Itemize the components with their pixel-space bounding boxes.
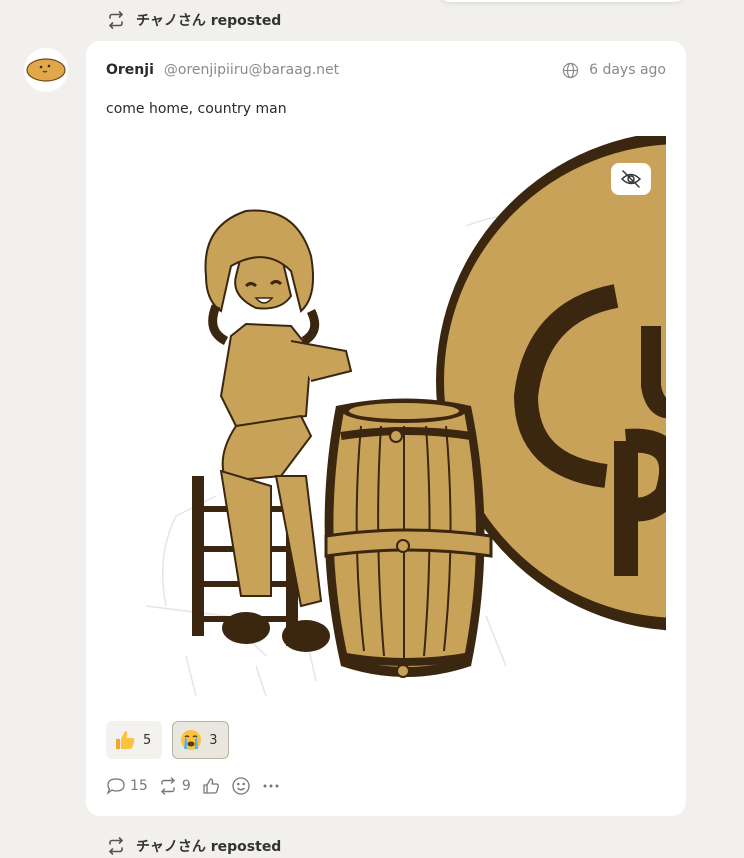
reply-button[interactable]: 15 (106, 776, 148, 796)
post-media[interactable] (106, 136, 666, 711)
reaction-count: 3 (209, 732, 218, 748)
repost-icon (109, 11, 123, 29)
thumbs-up-emoji-icon (116, 731, 135, 749)
repost-header-text: チャノさん reposted (136, 10, 281, 30)
avatar[interactable] (24, 48, 68, 92)
reply-count: 15 (130, 778, 148, 794)
react-button[interactable] (231, 776, 251, 796)
more-button[interactable] (261, 776, 281, 796)
crying-face-emoji-icon (181, 730, 202, 750)
more-icon (263, 784, 279, 788)
previous-card-edge (438, 0, 686, 2)
repost-icon (109, 837, 123, 855)
reaction-count: 5 (143, 732, 152, 748)
author-name[interactable]: Orenji (106, 62, 154, 78)
repost-header-text: チャノさん reposted (136, 836, 281, 856)
post-timestamp[interactable]: 6 days ago (589, 62, 666, 78)
repost-header-top[interactable]: チャノさん reposted (106, 9, 281, 31)
reaction-thumbs-up[interactable]: 5 (106, 721, 163, 759)
hide-media-button[interactable] (611, 163, 651, 195)
potato-avatar-image (26, 58, 66, 82)
author-handle[interactable]: @orenjipiiru@baraag.net (164, 62, 339, 78)
like-button[interactable] (201, 776, 221, 796)
boost-count: 9 (181, 778, 191, 794)
boost-icon (161, 777, 175, 795)
boost-button[interactable]: 9 (158, 776, 191, 796)
post-text: come home, country man (106, 101, 287, 117)
smiley-icon (232, 777, 250, 795)
reply-icon (106, 778, 125, 795)
globe-icon (562, 62, 579, 78)
thumbs-up-icon (203, 778, 219, 794)
post-card: Orenji @orenjipiiru@baraag.net 6 days ag… (86, 41, 686, 816)
reaction-crying-face[interactable]: 3 (172, 721, 229, 759)
repost-header-bottom[interactable]: チャノさん reposted (106, 835, 281, 857)
repost-label: reposted (210, 13, 282, 29)
post-header: Orenji @orenjipiiru@baraag.net 6 days ag… (106, 61, 666, 79)
reposter-name: チャノさん (136, 839, 206, 855)
eye-slash-icon (620, 170, 642, 188)
illustration-image (145, 136, 666, 697)
reactions-row: 5 3 (106, 721, 229, 759)
post-meta: 6 days ago (562, 62, 666, 79)
repost-label: reposted (210, 839, 282, 855)
reposter-name: チャノさん (136, 13, 206, 29)
action-bar: 15 9 (106, 776, 281, 796)
